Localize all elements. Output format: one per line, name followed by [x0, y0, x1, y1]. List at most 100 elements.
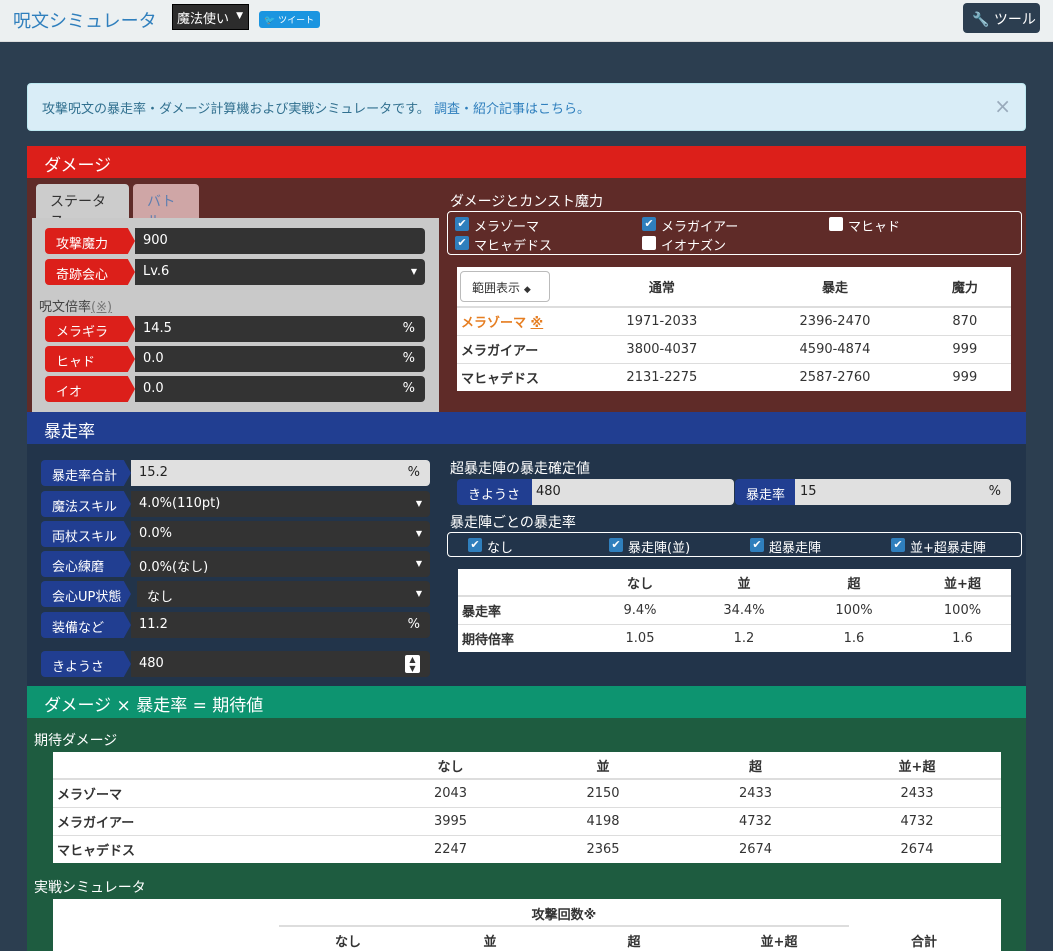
- row-name: メラガイアー: [457, 334, 573, 363]
- dual-staff-select[interactable]: 0.0% ▼: [131, 521, 430, 547]
- percent-unit: %: [407, 465, 420, 480]
- mult-input[interactable]: 14.5 %: [135, 316, 425, 342]
- checkbox-meragaia[interactable]: ✔ メラガイアー: [642, 216, 738, 235]
- checkbox-label: メラゾーマ: [474, 220, 540, 235]
- col-header: 暴走: [751, 267, 919, 308]
- checkbox-mahyadedosu[interactable]: ✔ マヒャデドス: [455, 235, 552, 254]
- col-header: なし: [373, 752, 528, 780]
- caret-down-icon: ▼: [236, 11, 243, 21]
- cell: 1.6: [794, 623, 914, 652]
- cell: 2150: [528, 778, 678, 807]
- dex-input[interactable]: 480 ▲ ▼: [131, 651, 430, 677]
- class-select[interactable]: 魔法使い ▼: [172, 4, 249, 30]
- spell-mult-text: 呪文倍率: [39, 300, 92, 315]
- col-header: 魔力: [918, 267, 1011, 308]
- equip-input[interactable]: 11.2 %: [131, 612, 430, 638]
- cell: 999: [918, 362, 1011, 391]
- percent-unit: %: [402, 351, 415, 366]
- crit-train-label: 会心練磨: [41, 551, 131, 577]
- checkbox-merazoma[interactable]: ✔ メラゾーマ: [455, 216, 540, 235]
- checkbox-unchecked-icon: [642, 236, 656, 250]
- cell: 1.05: [586, 623, 694, 652]
- row-name: 期待倍率: [458, 623, 586, 652]
- checkbox-ionazun[interactable]: イオナズン: [642, 235, 726, 254]
- mult-field-hyado: ヒャド 0.0 %: [45, 346, 425, 372]
- spell-mult-label: 呪文倍率(※): [39, 296, 112, 315]
- checkbox-mahyado[interactable]: マヒャド: [829, 216, 900, 235]
- checkbox-label: 並+超暴走陣: [910, 541, 986, 556]
- mult-input[interactable]: 0.0 %: [135, 376, 425, 402]
- spinner-icon[interactable]: ▲ ▼: [405, 655, 420, 673]
- crit-train-select[interactable]: 0.0%(なし) ▼: [131, 551, 430, 577]
- expected-damage-title: 期待ダメージ: [34, 733, 118, 749]
- mult-field-mera: メラギラ 14.5 %: [45, 316, 425, 342]
- col-header: 超: [794, 569, 914, 597]
- cell: 4732: [833, 806, 1001, 835]
- table-row: メラガイアー 3800-4037 4590-4874 999: [457, 334, 1011, 363]
- row-name: メラゾーマ: [53, 778, 373, 807]
- miracle-crit-value: Lv.6: [143, 264, 170, 279]
- checkbox-checked-icon: ✔: [455, 236, 469, 250]
- dex-label: きようさ: [41, 651, 131, 677]
- table-row: マヒャデドス 2131-2275 2587-2760 999: [457, 362, 1011, 391]
- simulator-table: 攻撃回数※ なし 並 超 並+超 合計: [53, 899, 1001, 951]
- checkbox-normal-array[interactable]: ✔ 暴走陣(並): [609, 537, 690, 556]
- miracle-crit-select[interactable]: Lv.6 ▼: [135, 259, 425, 285]
- checkbox-both-array[interactable]: ✔ 並+超暴走陣: [891, 537, 986, 556]
- mult-input[interactable]: 0.0 %: [135, 346, 425, 372]
- note-link[interactable]: ※: [531, 316, 544, 331]
- magic-skill-select[interactable]: 4.0%(110pt) ▼: [131, 491, 430, 517]
- cell: 2365: [528, 834, 678, 863]
- table-row: マヒャデドス 2247 2365 2674 2674: [53, 834, 1001, 863]
- range-button-label: 範囲表示: [472, 281, 521, 295]
- crit-up-value: なし: [147, 590, 174, 605]
- dual-staff-value: 0.0%: [139, 526, 173, 541]
- range-toggle-button[interactable]: 範囲表示 ◆: [460, 271, 550, 302]
- tab-battle[interactable]: バトル: [133, 184, 199, 230]
- mult-value: 0.0: [143, 381, 164, 396]
- percent-unit: %: [988, 484, 1001, 499]
- super-rate-value: 15: [800, 484, 817, 499]
- tool-button[interactable]: 🔧 ツール: [963, 3, 1040, 33]
- cell: 1.2: [694, 623, 794, 652]
- attack-count-header: 攻撃回数※: [279, 899, 849, 927]
- checkbox-none[interactable]: ✔ なし: [468, 537, 513, 556]
- row-name: マヒャデドス: [53, 834, 373, 863]
- super-array-title: 超暴走陣の暴走確定値: [450, 461, 590, 477]
- navbar: 呪文シミュレータ 魔法使い ▼ 🐦 ツイート 🔧 ツール: [0, 0, 1053, 42]
- brand-title[interactable]: 呪文シミュレータ: [13, 7, 157, 33]
- rate-total-value: 15.2: [139, 465, 168, 480]
- cell: 4198: [528, 806, 678, 835]
- close-icon[interactable]: ×: [994, 94, 1011, 118]
- rate-table: なし 並 超 並+超 暴走率 9.4% 34.4% 100% 100% 期待倍率…: [458, 569, 1011, 652]
- tweet-button[interactable]: 🐦 ツイート: [259, 11, 320, 28]
- spell-mult-note-link[interactable]: (※): [91, 300, 112, 315]
- crit-up-select[interactable]: なし ▼: [137, 581, 430, 607]
- col-header: 並+超: [760, 935, 798, 950]
- super-rate-output: 15 %: [795, 479, 1011, 505]
- caret-down-icon: ▼: [415, 529, 422, 538]
- mult-value: 0.0: [143, 351, 164, 366]
- caret-down-icon: ▼: [410, 267, 417, 276]
- expected-panel-heading: ダメージ × 暴走率 = 期待値: [27, 686, 1026, 718]
- col-header: 並: [483, 935, 497, 950]
- rate-total-output: 15.2 %: [131, 460, 430, 486]
- attack-power-input[interactable]: 900: [135, 228, 425, 254]
- equip-label: 装備など: [41, 612, 131, 638]
- checkbox-checked-icon: ✔: [750, 538, 764, 552]
- cell: 3800-4037: [572, 334, 752, 363]
- magic-skill-field: 魔法スキル 4.0%(110pt) ▼: [41, 491, 430, 517]
- checkbox-super-array[interactable]: ✔ 超暴走陣: [750, 537, 821, 556]
- table-row: メラゾーマ ※ 1971-2033 2396-2470 870: [457, 306, 1011, 335]
- cell: 2131-2275: [572, 362, 752, 391]
- article-link[interactable]: 調査・紹介記事はこちら。: [434, 102, 590, 117]
- mult-value: 14.5: [143, 321, 172, 336]
- caret-down-icon: ▼: [415, 499, 422, 508]
- rate-panel-heading: 暴走率: [27, 412, 1026, 444]
- tab-status[interactable]: ステータス: [36, 184, 129, 230]
- simulator-title: 実戦シミュレータ: [34, 880, 146, 896]
- crit-up-field: 会心UP状態 なし ▼: [41, 581, 430, 607]
- checkbox-unchecked-icon: [829, 217, 843, 231]
- rate-total-field: 暴走率合計 15.2 %: [41, 460, 430, 486]
- cell: 2674: [678, 834, 833, 863]
